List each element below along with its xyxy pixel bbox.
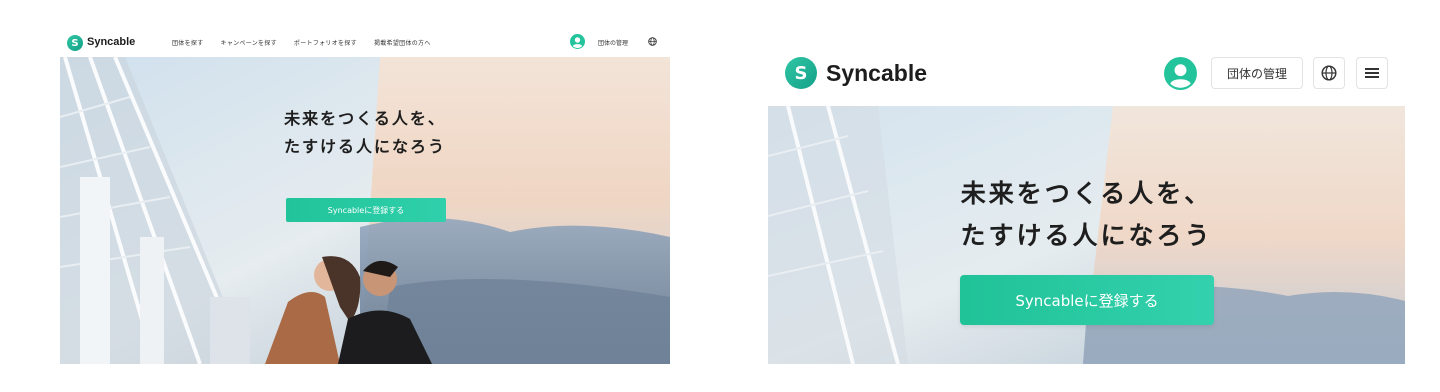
manage-organization-button[interactable]: 団体の管理 xyxy=(1211,57,1303,89)
user-icon[interactable] xyxy=(570,34,585,49)
register-button[interactable]: Syncableに登録する xyxy=(286,198,446,222)
hero-headline-line1: 未来をつくる人を、 xyxy=(284,109,446,128)
main-nav: 団体を探す キャンペーンを探す ポートフォリオを探す 掲載希望団体の方へ xyxy=(172,38,431,47)
nav-item-find-organizations[interactable]: 団体を探す xyxy=(172,38,204,47)
desktop-header: S Syncable 団体を探す キャンペーンを探す ポートフォリオを探す 掲載… xyxy=(60,30,670,56)
mobile-header: S Syncable 団体の管理 xyxy=(768,40,1405,106)
globe-icon[interactable] xyxy=(648,37,657,46)
menu-icon xyxy=(1365,68,1379,78)
mobile-screenshot: S Syncable 団体の管理 未来をつくる人を、 たすける人になろう Syn… xyxy=(768,40,1405,364)
syncable-logo-icon[interactable]: S xyxy=(67,35,83,51)
globe-icon xyxy=(1321,65,1337,81)
nav-item-find-campaigns[interactable]: キャンペーンを探す xyxy=(221,38,277,47)
manage-organization-link[interactable]: 団体の管理 xyxy=(598,38,628,47)
desktop-screenshot: S Syncable 団体を探す キャンペーンを探す ポートフォリオを探す 掲載… xyxy=(60,30,670,364)
menu-button[interactable] xyxy=(1356,57,1388,89)
language-button[interactable] xyxy=(1313,57,1345,89)
register-button[interactable]: Syncableに登録する xyxy=(960,275,1214,325)
syncable-logo-icon[interactable]: S xyxy=(785,57,817,89)
nav-item-for-organizations[interactable]: 掲載希望団体の方へ xyxy=(374,38,431,47)
nav-item-find-portfolios[interactable]: ポートフォリオを探す xyxy=(294,38,357,47)
hero-headline-line1: 未来をつくる人を、 xyxy=(960,179,1213,208)
user-icon[interactable] xyxy=(1164,57,1197,90)
hero-headline-line2: たすける人になろう xyxy=(960,221,1213,250)
hero-section: 未来をつくる人を、 たすける人になろう Syncableに登録する xyxy=(768,106,1405,364)
brand-name[interactable]: Syncable xyxy=(826,60,927,87)
brand-name[interactable]: Syncable xyxy=(87,36,135,48)
hero-headline-line2: たすける人になろう xyxy=(283,137,446,156)
hero-section: 未来をつくる人を、 たすける人になろう Syncableに登録する xyxy=(60,57,670,364)
